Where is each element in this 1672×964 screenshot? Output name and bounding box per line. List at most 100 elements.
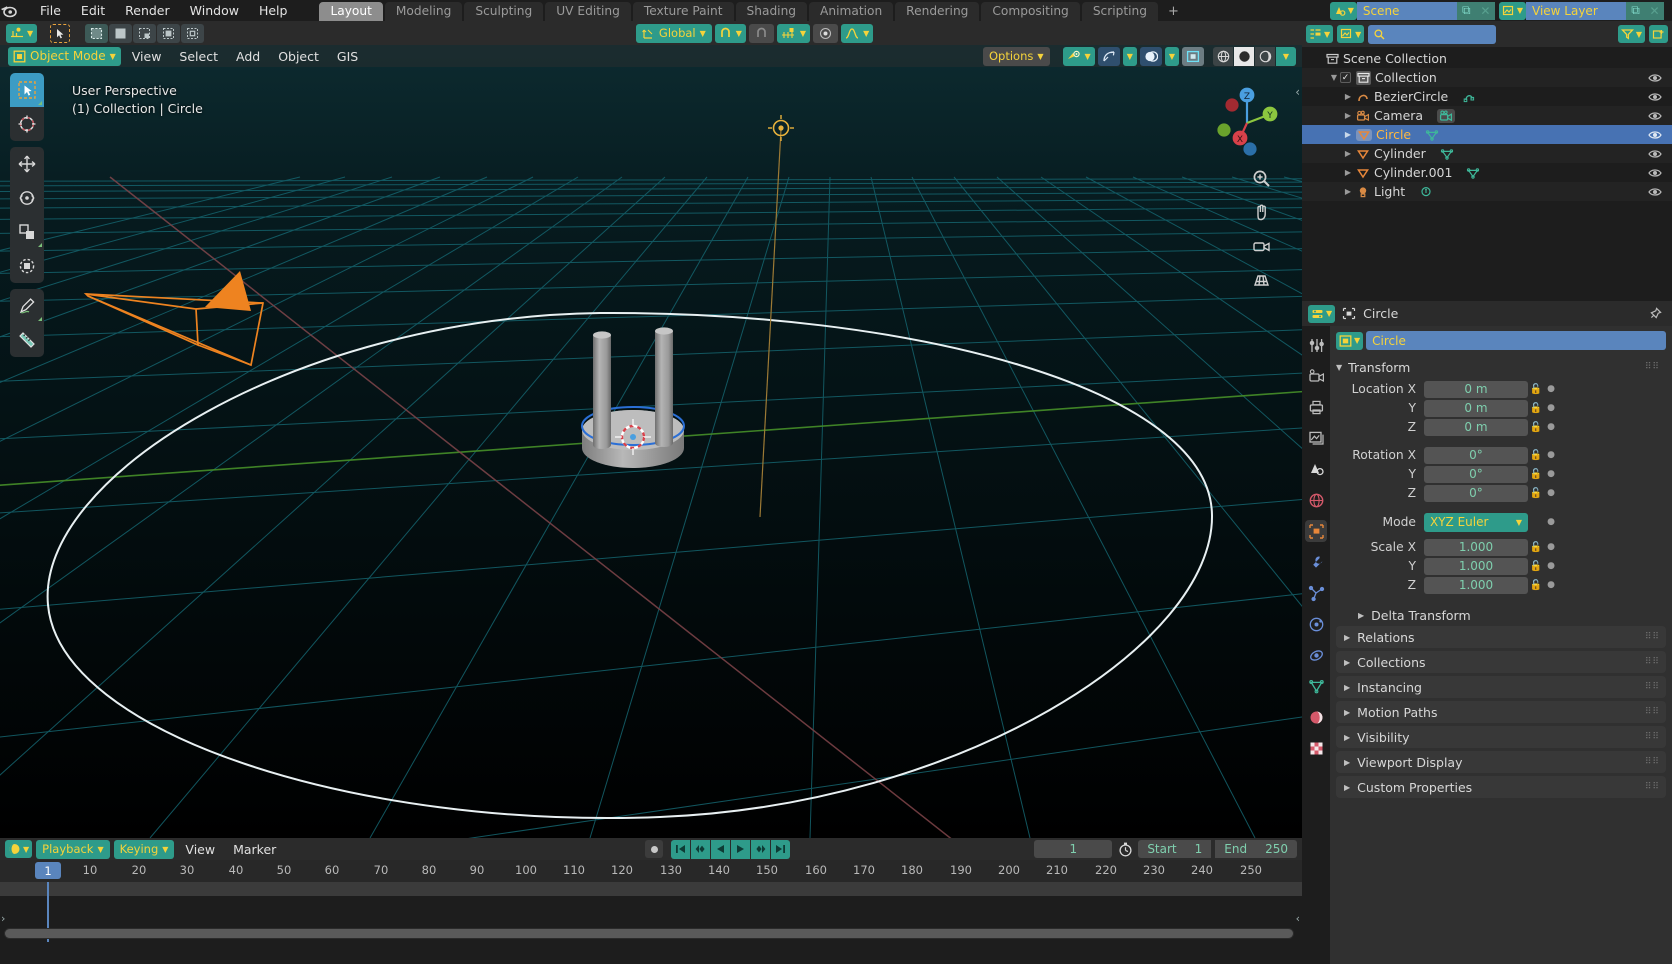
properties-tab-particles[interactable]: [1305, 582, 1327, 604]
properties-tab-constraints[interactable]: [1305, 644, 1327, 666]
pan-hand-icon[interactable]: [1248, 199, 1274, 225]
sidebar-toggle-icon[interactable]: ‹: [1295, 85, 1300, 99]
next-keyframe-icon[interactable]: [751, 839, 771, 859]
select-box-icon[interactable]: [85, 23, 109, 43]
mesh-data-icon[interactable]: [1466, 167, 1480, 179]
navigation-gizmo[interactable]: Z Y X: [1210, 83, 1284, 157]
menu-help[interactable]: Help: [249, 0, 298, 21]
timeline-horizontal-scrollbar[interactable]: [4, 928, 1294, 939]
playhead-indicator[interactable]: 1: [35, 862, 61, 879]
overlays-dropdown[interactable]: ▼: [1164, 46, 1179, 66]
camera-view-icon[interactable]: [1248, 233, 1274, 259]
scale-tool[interactable]: [10, 215, 44, 249]
3d-viewport[interactable]: User Perspective (1) Collection | Circle: [0, 45, 1302, 838]
annotate-tool[interactable]: [10, 289, 44, 323]
viewlayer-selector[interactable]: ▼ View Layer ⧉ ✕: [1498, 1, 1664, 20]
record-icon[interactable]: [645, 840, 664, 858]
mesh-data-icon[interactable]: [1440, 148, 1454, 160]
eye-icon[interactable]: [1648, 111, 1662, 121]
properties-tab-render[interactable]: [1305, 365, 1327, 387]
panel-viewport-display[interactable]: ▶ Viewport Display ⠿⠿: [1336, 751, 1666, 773]
play-reverse-icon[interactable]: [711, 839, 731, 859]
menu-object[interactable]: Object: [271, 47, 326, 66]
timeline-editor-type-icon[interactable]: ▼: [5, 840, 33, 858]
expand-triangle-icon[interactable]: ▶: [1342, 149, 1354, 158]
transform-orientation-dropdown[interactable]: Global ▼: [635, 23, 712, 43]
scale-y-field[interactable]: 1.000: [1424, 557, 1528, 575]
rotation-y-field[interactable]: 0°: [1424, 465, 1528, 483]
mode-selector[interactable]: Object Mode ▼: [8, 46, 121, 66]
gizmo-toggle[interactable]: [1097, 46, 1120, 66]
location-z-field[interactable]: 0 m: [1424, 418, 1528, 436]
viewlayer-name-field[interactable]: View Layer: [1526, 1, 1626, 20]
select-extend-icon[interactable]: [181, 23, 205, 43]
new-collection-icon[interactable]: [1649, 25, 1668, 43]
xray-toggle[interactable]: [1182, 46, 1204, 66]
current-frame-field[interactable]: 1: [1034, 840, 1113, 858]
menu-gis[interactable]: GIS: [330, 47, 365, 66]
select-circle-icon[interactable]: [157, 23, 181, 43]
location-x-field[interactable]: 0 m: [1424, 380, 1528, 398]
active-tool-indicator[interactable]: [50, 23, 71, 43]
gizmo-dropdown[interactable]: ▼: [1122, 46, 1137, 66]
move-tool[interactable]: [10, 147, 44, 181]
animate-dot-icon[interactable]: ●: [1544, 403, 1558, 413]
visibility-selectability-dropdown[interactable]: ▼: [1062, 46, 1095, 66]
overlays-toggle[interactable]: [1139, 46, 1162, 66]
outliner-search-input[interactable]: [1368, 24, 1497, 44]
snap-disabled-icon[interactable]: [748, 23, 774, 43]
expand-triangle-icon[interactable]: ▼: [1328, 73, 1340, 82]
outliner-row-collection[interactable]: ▼ ✓ Collection: [1302, 68, 1672, 87]
lock-icon[interactable]: 🔓: [1528, 542, 1544, 553]
timeline-ruler[interactable]: 1 10 20 30 40 50 60 70 80 90 100 110 120…: [0, 860, 1302, 882]
transform-panel-header[interactable]: ▼ Transform ⠿⠿: [1336, 357, 1666, 377]
lock-icon[interactable]: 🔓: [1528, 580, 1544, 591]
expand-triangle-icon[interactable]: ▶: [1342, 111, 1354, 120]
eye-icon[interactable]: [1648, 149, 1662, 159]
camera-data-icon[interactable]: [1437, 108, 1456, 123]
panel-motion-paths[interactable]: ▶ Motion Paths ⠿⠿: [1336, 701, 1666, 723]
properties-tab-tool[interactable]: [1305, 334, 1327, 356]
panel-delta-transform[interactable]: ▶ Delta Transform: [1336, 604, 1666, 626]
curve-data-icon[interactable]: [1462, 91, 1476, 103]
eye-icon[interactable]: [1648, 187, 1662, 197]
animate-dot-icon[interactable]: ●: [1544, 469, 1558, 479]
panel-collections[interactable]: ▶ Collections ⠿⠿: [1336, 651, 1666, 673]
editor-type-selector[interactable]: ▼: [6, 23, 38, 43]
rendered-dropdown-icon[interactable]: ▼: [1276, 46, 1296, 66]
panel-instancing[interactable]: ▶ Instancing ⠿⠿: [1336, 676, 1666, 698]
properties-tab-physics[interactable]: [1305, 613, 1327, 635]
outliner-editor-type-icon[interactable]: ▼: [1306, 25, 1334, 43]
menu-render[interactable]: Render: [115, 0, 180, 21]
toggle-perspective-icon[interactable]: [1248, 267, 1274, 293]
view-layer-icon[interactable]: ▼: [1498, 1, 1526, 20]
properties-tab-material[interactable]: [1305, 706, 1327, 728]
outliner-row-cylinder-001[interactable]: ▶ Cylinder.001: [1302, 163, 1672, 182]
scene-selector[interactable]: ▼ Scene ⧉ ✕: [1329, 1, 1495, 20]
properties-tab-world[interactable]: [1305, 489, 1327, 511]
jump-start-icon[interactable]: [671, 839, 691, 859]
menu-add[interactable]: Add: [229, 47, 267, 66]
properties-tab-texture[interactable]: [1305, 737, 1327, 759]
outliner-row-cylinder[interactable]: ▶ Cylinder: [1302, 144, 1672, 163]
light-data-icon[interactable]: [1419, 186, 1433, 198]
menu-edit[interactable]: Edit: [71, 0, 115, 21]
rotation-z-field[interactable]: 0°: [1424, 484, 1528, 502]
material-preview-icon[interactable]: [1255, 46, 1275, 66]
transform-tool[interactable]: [10, 249, 44, 283]
keying-dropdown[interactable]: Keying ▼: [113, 839, 175, 859]
jump-end-icon[interactable]: [771, 839, 791, 859]
animate-dot-icon[interactable]: ●: [1544, 422, 1558, 432]
menu-file[interactable]: File: [30, 0, 71, 21]
proportional-edit-toggle[interactable]: [813, 23, 839, 43]
playback-dropdown[interactable]: Playback ▼: [36, 839, 110, 859]
object-data-browse-icon[interactable]: ▼: [1336, 331, 1364, 350]
lock-icon[interactable]: 🔓: [1528, 422, 1544, 433]
outliner-row-light[interactable]: ▶ Light: [1302, 182, 1672, 201]
location-y-field[interactable]: 0 m: [1424, 399, 1528, 417]
outliner-display-mode-icon[interactable]: ▼: [1337, 25, 1365, 43]
eye-icon[interactable]: [1648, 168, 1662, 178]
rotation-x-field[interactable]: 0°: [1424, 446, 1528, 464]
scale-x-field[interactable]: 1.000: [1424, 538, 1528, 556]
scene-duplicate-icon[interactable]: ⧉: [1456, 1, 1476, 20]
